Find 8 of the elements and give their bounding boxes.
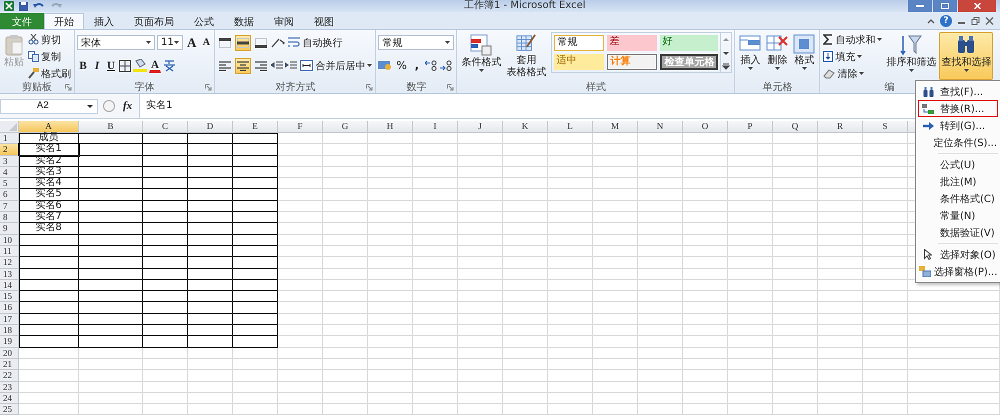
group-label: 字体 <box>134 80 155 94</box>
group-label: 单元格 <box>762 80 792 94</box>
window-title: 工作簿1 - Microsoft Excel <box>463 0 587 12</box>
group-label: 编 <box>884 80 894 94</box>
group-label: 剪贴板 <box>22 80 52 94</box>
group-label: 样式 <box>586 80 606 94</box>
group-label: 对齐方式 <box>275 80 316 94</box>
group-label: 数字 <box>406 80 426 94</box>
